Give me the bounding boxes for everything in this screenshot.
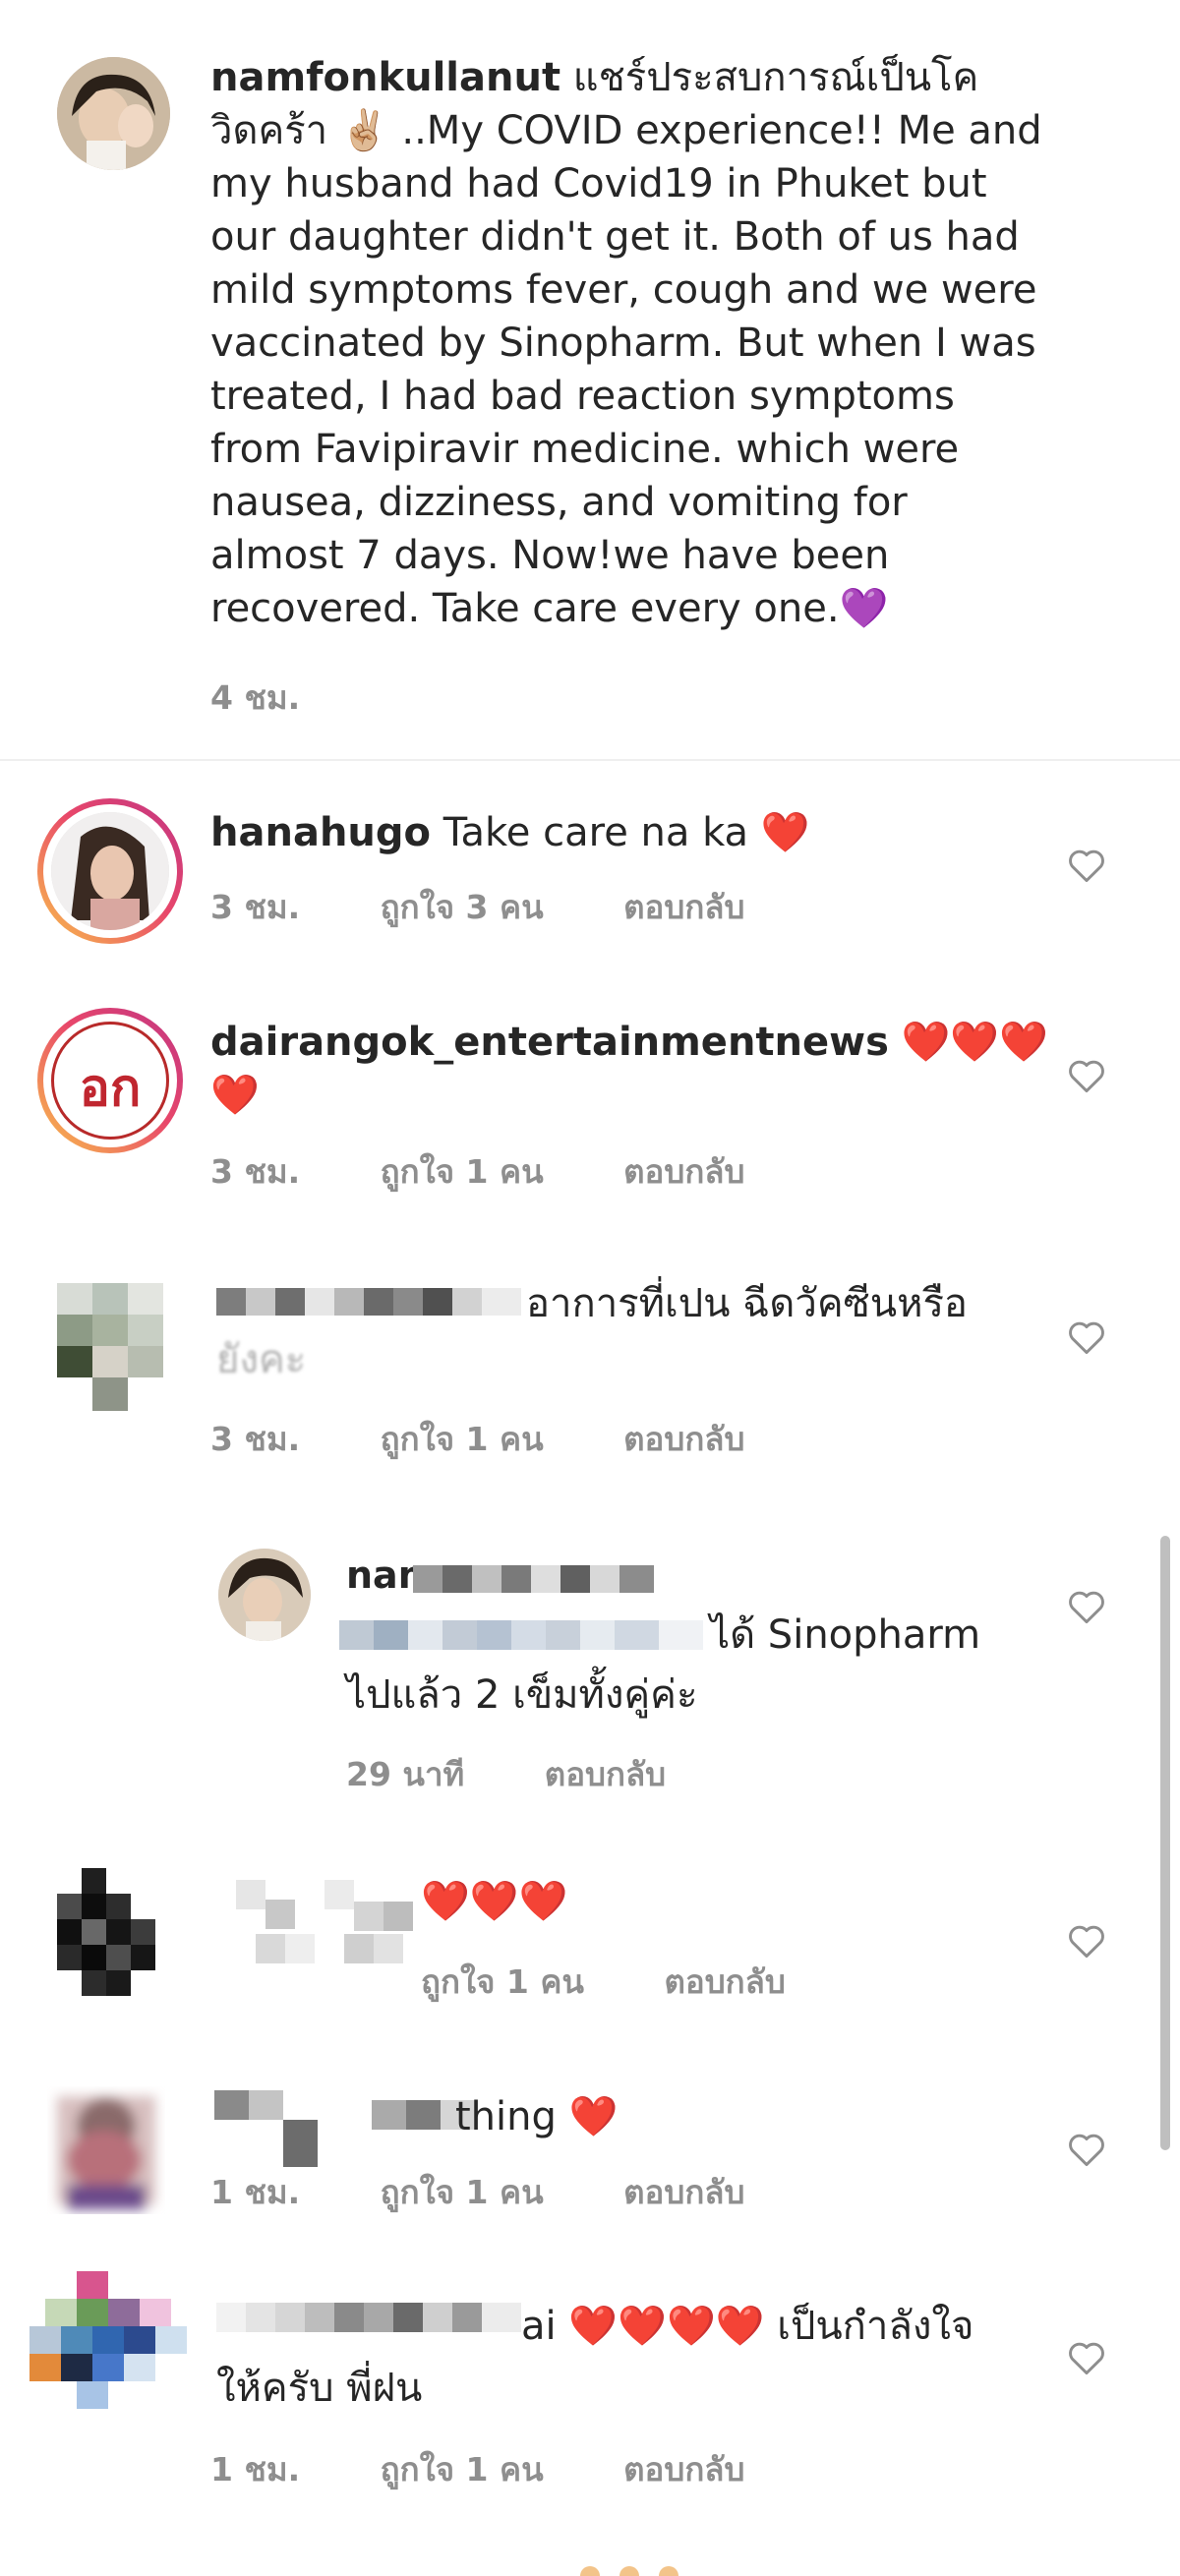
comment-likes[interactable]: ถูกใจ 1 คน xyxy=(381,1420,544,1458)
comment-time: 1 ชม. xyxy=(210,2450,301,2488)
comment-likes[interactable]: ถูกใจ 1 คน xyxy=(381,1152,544,1191)
comment-text: ai ❤️❤️❤️❤️ เป็นกำลังใจ xyxy=(521,2304,974,2349)
caption-divider xyxy=(0,759,1180,761)
reply-button[interactable]: ตอบกลับ xyxy=(623,1420,744,1458)
reply-button[interactable]: ตอบกลับ xyxy=(623,1152,744,1191)
comment-time: 3 ชม. xyxy=(210,888,301,926)
comment-avatar-pixelated[interactable] xyxy=(30,2271,187,2429)
comment-avatar-blurred[interactable] xyxy=(47,2086,165,2214)
comment-username[interactable]: dairangok_entertainmentnews xyxy=(210,1020,889,1065)
heart-outline-icon[interactable] xyxy=(1065,1316,1108,1359)
comment-likes[interactable]: ถูกใจ 1 คน xyxy=(381,2173,544,2211)
caption-text: namfonkullanut แชร์ประสบการณ์เป็นโค วิดค… xyxy=(210,55,1042,631)
comment-likes[interactable]: ถูกใจ 1 คน xyxy=(421,1962,584,2001)
reply-text-line2: ไปแล้ว 2 เข็มทั้งคู่ค่ะ xyxy=(346,1672,698,1718)
comment-username[interactable]: hanahugo xyxy=(210,810,431,855)
comment-avatar-pixelated[interactable] xyxy=(57,1283,163,1411)
comment-avatar: อก xyxy=(51,1022,169,1140)
comment-meta: 1 ชม. ถูกใจ 1 คน ตอบกลับ xyxy=(210,2443,813,2495)
redacted-text xyxy=(339,1620,703,1650)
redacted-username xyxy=(216,1286,521,1317)
scrollbar[interactable] xyxy=(1160,1536,1170,2150)
reply-time: 29 นาที xyxy=(346,1755,465,1793)
heart-outline-icon[interactable] xyxy=(1065,2336,1108,2379)
heart-outline-icon[interactable] xyxy=(1065,844,1108,887)
reply-meta: 29 นาที ตอบกลับ xyxy=(346,1748,735,1800)
caption-time: 4 ชม. xyxy=(210,678,301,717)
comment-time: 3 ชม. xyxy=(210,1152,301,1191)
comment-text: thing ❤️ xyxy=(455,2094,619,2139)
comment-avatar xyxy=(51,812,169,930)
comment-avatar-pixelated[interactable] xyxy=(57,1868,155,1996)
comment-meta: 3 ชม. ถูกใจ 3 คน ตอบกลับ xyxy=(210,881,813,933)
comment-time: 3 ชม. xyxy=(210,1420,301,1458)
heart-outline-icon[interactable] xyxy=(1065,1054,1108,1097)
reply-text: ได้ Sinopharm xyxy=(710,1612,981,1658)
heart-outline-icon[interactable] xyxy=(1065,1919,1108,1962)
reply-avatar[interactable] xyxy=(218,1549,311,1641)
comment-time: 1 ชม. xyxy=(210,2173,301,2211)
next-item-peek xyxy=(560,2552,718,2576)
redacted-username xyxy=(216,2303,521,2332)
comment-text-line2: ให้ครับ พี่ฝน xyxy=(216,2366,423,2411)
comment-text: dairangok_entertainmentnews ❤️❤️❤️ ❤️ xyxy=(210,1020,1049,1118)
caption-avatar[interactable] xyxy=(57,57,170,170)
comment-meta: 1 ชม. ถูกใจ 1 คน ตอบกลับ xyxy=(210,2166,813,2218)
comment-text: hanahugo Take care na ka ❤️ xyxy=(210,810,810,855)
avatar-logo-text: อก xyxy=(79,1059,142,1118)
comment-text: อาการที่เปน ฉีดวัคซีนหรือ xyxy=(526,1281,968,1326)
comment-text: ❤️❤️❤️ xyxy=(421,1879,568,1924)
comment-meta: 3 ชม. ถูกใจ 1 คน ตอบกลับ xyxy=(210,1145,813,1198)
redacted-username xyxy=(413,1563,654,1595)
reply-button[interactable]: ตอบกลับ xyxy=(623,888,744,926)
redacted-username xyxy=(216,1880,423,1968)
comment-likes[interactable]: ถูกใจ 1 คน xyxy=(381,2450,544,2488)
comment-meta: ถูกใจ 1 คน ตอบกลับ xyxy=(421,1956,855,2008)
comment-meta: 3 ชม. ถูกใจ 1 คน ตอบกลับ xyxy=(210,1413,813,1465)
heart-outline-icon[interactable] xyxy=(1065,1585,1108,1628)
reply-button[interactable]: ตอบกลับ xyxy=(545,1755,666,1793)
reply-button[interactable]: ตอบกลับ xyxy=(623,2173,744,2211)
reply-button[interactable]: ตอบกลับ xyxy=(664,1962,785,2001)
caption-username[interactable]: namfonkullanut xyxy=(210,55,560,100)
avatar-photo xyxy=(57,57,170,170)
reply-button[interactable]: ตอบกลับ xyxy=(623,2450,744,2488)
avatar-photo xyxy=(51,812,169,930)
comment-text-line2: ยังคะ xyxy=(216,1337,307,1382)
heart-outline-icon[interactable] xyxy=(1065,2128,1108,2171)
comment-likes[interactable]: ถูกใจ 3 คน xyxy=(381,888,544,926)
